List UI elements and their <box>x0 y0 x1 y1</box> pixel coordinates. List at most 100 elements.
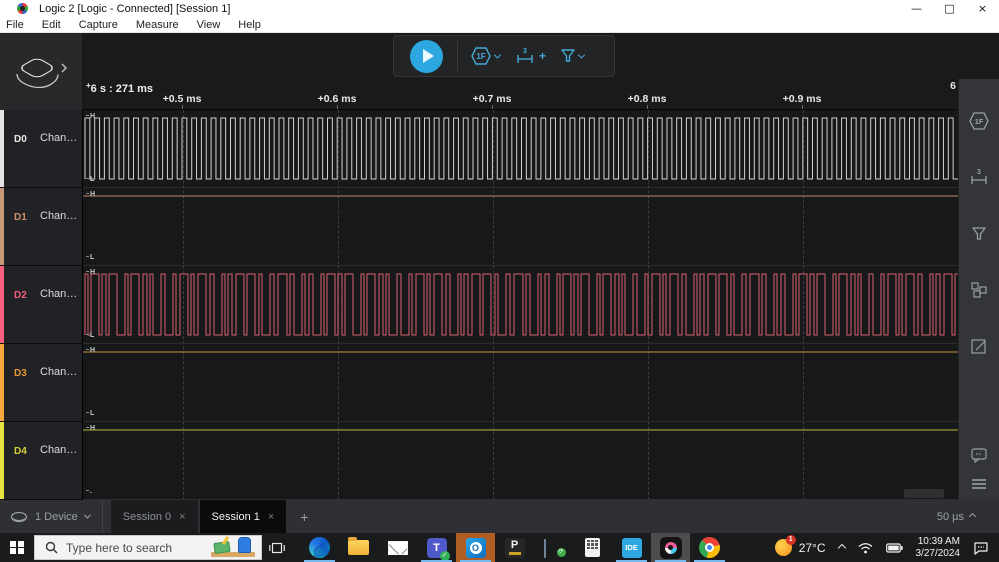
taskbar-chrome[interactable] <box>690 533 729 562</box>
waveform-row-D0[interactable]: HL <box>83 110 958 188</box>
sidebar-menu-button[interactable] <box>970 477 988 491</box>
maximize-button[interactable]: □ <box>933 0 966 17</box>
session-tab-bar: 1 Device Session 0 × Session 1 × + 50 µs <box>0 500 999 533</box>
search-icon <box>45 541 58 554</box>
ide-icon: IDE <box>621 537 642 558</box>
taskbar-search[interactable] <box>34 535 262 560</box>
sidebar-notes-button[interactable] <box>970 337 988 355</box>
logic2-window: Logic 2 [Logic - Connected] [Session 1] … <box>0 0 999 562</box>
waveform-row-D1[interactable]: HL <box>83 188 958 266</box>
device-count-label: 1 Device <box>35 510 78 523</box>
waveform-row-D4[interactable]: H. <box>83 422 958 500</box>
timeline-position: +6 s : 271 ms <box>86 81 153 95</box>
sidebar-chat-button[interactable] <box>970 447 988 463</box>
weather-icon: 1 <box>774 535 796 556</box>
high-level-marker: H <box>86 191 95 198</box>
menu-file[interactable]: File <box>0 19 33 31</box>
horizontal-scrollbar[interactable] <box>904 489 944 498</box>
search-input[interactable] <box>66 540 186 555</box>
timeline-tick-label: +0.7 ms <box>472 93 512 105</box>
pcan-view-icon: P <box>504 537 525 558</box>
channel-name-label: Chan… <box>40 366 78 378</box>
time-label: 10:39 AM <box>917 536 960 547</box>
device-panel[interactable] <box>0 33 82 110</box>
chrome-icon <box>699 537 720 558</box>
taskbar-clock[interactable]: 10:39 AM 3/27/2024 <box>916 536 961 559</box>
taskbar-pcan-view[interactable]: P <box>495 533 534 562</box>
taskbar-file-explorer[interactable] <box>339 533 378 562</box>
sidebar-analyzers-button[interactable]: 1F <box>968 111 990 131</box>
taskbar-edge[interactable] <box>300 533 339 562</box>
minimize-button[interactable]: — <box>900 0 933 17</box>
tray-overflow-button[interactable] <box>837 543 846 552</box>
taskbar-mail[interactable] <box>378 533 417 562</box>
close-tab-icon[interactable]: × <box>268 511 274 523</box>
weather-widget[interactable]: 1 27°C <box>774 535 826 556</box>
waveform-area[interactable]: HLHLHLHLH. <box>82 110 958 500</box>
digital-waveform <box>84 117 958 180</box>
filter-dropdown[interactable] <box>560 47 586 65</box>
channel-label-D3[interactable]: D3 Chan… <box>0 344 82 422</box>
taskbar-logic2[interactable] <box>651 533 690 562</box>
channel-label-D0[interactable]: D0 Chan… <box>0 110 82 188</box>
battery-icon[interactable] <box>885 542 903 553</box>
sidebar-filter-button[interactable] <box>971 225 987 243</box>
action-center-icon[interactable] <box>973 541 989 555</box>
menu-help[interactable]: Help <box>229 19 270 31</box>
taskbar-ide[interactable]: IDE <box>612 533 651 562</box>
svg-text:1F: 1F <box>975 117 984 126</box>
logic2-icon <box>659 536 682 559</box>
menu-measure[interactable]: Measure <box>127 19 188 31</box>
high-level-marker: H <box>86 347 95 354</box>
new-session-button[interactable]: + <box>288 500 320 533</box>
zoom-level-label: 50 µs <box>936 510 964 523</box>
channel-id-label: D3 <box>14 368 27 379</box>
remote-desktop-icon: ⟳ <box>543 538 566 558</box>
windows-logo-icon <box>10 540 24 555</box>
svg-text:3: 3 <box>977 169 981 176</box>
device-selector[interactable]: 1 Device <box>0 500 102 533</box>
tab-session-1[interactable]: Session 1 × <box>199 500 287 533</box>
timeline-tick-mark <box>492 105 493 109</box>
tab-session-0[interactable]: Session 0 × <box>110 500 198 533</box>
measurements-button[interactable]: 3 + <box>514 46 546 66</box>
sidebar-extensions-button[interactable] <box>970 281 988 299</box>
channel-id-label: D0 <box>14 134 27 145</box>
taskbar-outlook[interactable]: O <box>456 533 495 562</box>
channel-label-D4[interactable]: D4 Chan… <box>0 422 82 500</box>
close-tab-icon[interactable]: × <box>179 511 185 523</box>
menu-view[interactable]: View <box>188 19 230 31</box>
waveform-row-D2[interactable]: HL <box>83 266 958 344</box>
channel-label-D2[interactable]: D2 Chan… <box>0 266 82 344</box>
teams-status-icon: ✓ <box>439 550 450 561</box>
date-label: 3/27/2024 <box>915 547 961 559</box>
waveform-row-D3[interactable]: HL <box>83 344 958 422</box>
windows-taskbar: T✓ O P ⟳ IDE 1 27°C <box>0 533 999 562</box>
taskbar-teams[interactable]: T ✓ <box>417 533 456 562</box>
start-button[interactable] <box>0 533 34 562</box>
task-view-button[interactable] <box>262 533 292 562</box>
close-button[interactable]: × <box>966 0 999 17</box>
window-title: Logic 2 [Logic - Connected] [Session 1] <box>39 2 231 15</box>
zoom-level-control[interactable]: 50 µs <box>937 500 999 533</box>
low-level-marker: L <box>86 254 94 261</box>
start-capture-button[interactable] <box>410 39 443 73</box>
channel-label-D1[interactable]: D1 Chan… <box>0 188 82 266</box>
channel-color-stripe <box>0 422 4 499</box>
taskbar-calculator[interactable] <box>573 533 612 562</box>
timeline-tick-label: +0.6 ms <box>317 93 357 105</box>
timeline-position-prefix: + <box>86 81 91 90</box>
sidebar-measurements-button[interactable]: 3 <box>968 167 990 187</box>
analyzers-dropdown[interactable]: 1F <box>470 46 502 66</box>
digital-waveform <box>83 351 958 353</box>
taskbar-remote-desktop[interactable]: ⟳ <box>534 533 573 562</box>
funnel-icon <box>561 49 575 62</box>
timeline-ruler[interactable]: +6 s : 271 ms 6 +0.5 ms +0.6 ms +0.7 ms +0.… <box>82 79 958 110</box>
task-view-icon <box>269 542 285 553</box>
low-level-marker: L <box>86 410 94 417</box>
low-level-marker: L <box>86 332 94 339</box>
app-icon <box>17 3 28 14</box>
menu-capture[interactable]: Capture <box>70 19 127 31</box>
menu-edit[interactable]: Edit <box>33 19 70 31</box>
wifi-icon[interactable] <box>858 542 873 554</box>
